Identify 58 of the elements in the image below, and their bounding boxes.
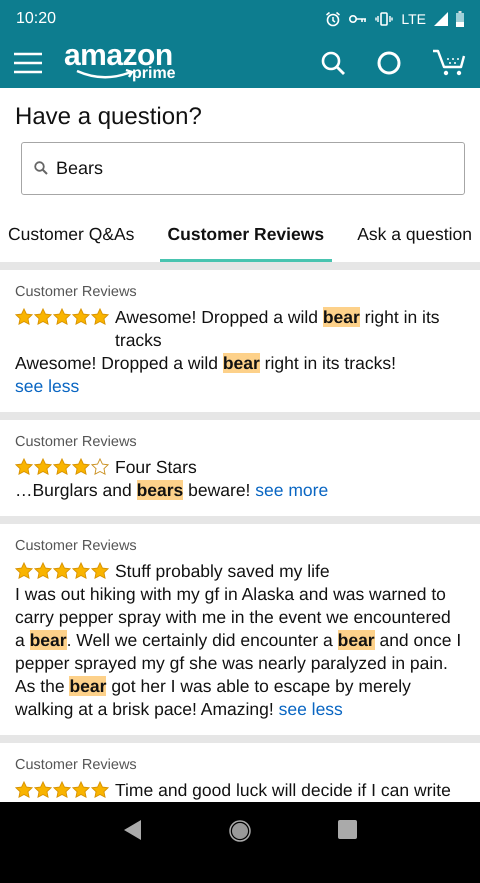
search-field[interactable]: Bears	[21, 142, 465, 195]
star-icon	[72, 458, 90, 476]
search-highlight: bears	[136, 480, 184, 500]
cart-icon[interactable]	[432, 49, 466, 77]
star-icon	[15, 562, 33, 580]
star-icon	[53, 458, 71, 476]
tab[interactable]: Ask a question	[349, 209, 480, 262]
star-icon	[72, 781, 90, 799]
search-icon[interactable]	[320, 50, 346, 76]
key-icon	[349, 14, 368, 24]
section-label: Customer Reviews	[15, 537, 138, 556]
expand-link[interactable]: see less	[278, 699, 343, 719]
star-icon	[15, 781, 33, 799]
review-text: Awesome! Dropped a wild bear right in its tracks! see less	[15, 352, 397, 398]
star-icon	[91, 781, 109, 799]
search-highlight: bear	[69, 676, 106, 696]
clock-time: 10:20	[16, 10, 56, 28]
star-icon	[53, 781, 71, 799]
signal-icon	[434, 12, 448, 26]
search-highlight: bear	[322, 307, 360, 327]
review-title: Stuff probably saved my life	[115, 560, 330, 583]
network-type: LTE	[401, 11, 426, 27]
section-label: Customer Reviews	[15, 433, 138, 452]
star-icon	[15, 458, 33, 476]
star-icon	[34, 458, 52, 476]
home-icon[interactable]	[228, 820, 250, 842]
recents-icon[interactable]	[338, 820, 356, 839]
star-icon	[53, 562, 71, 580]
star-icon	[34, 308, 52, 326]
page-heading: Have a question?	[15, 102, 203, 132]
search-highlight: bear	[222, 353, 260, 373]
expand-link[interactable]: see less	[15, 376, 80, 396]
review-title: Four Stars	[115, 456, 197, 479]
battery-icon	[456, 11, 464, 27]
star-icon	[53, 308, 71, 326]
star-icon	[15, 308, 33, 326]
star-icon	[91, 562, 109, 580]
star-icon	[72, 308, 90, 326]
review-text: I was out hiking with my gf in Alaska and was warned to carry pepper spray with me in the event we encountered a bear. Well we certainly did encounter a bear and once I pepper sprayed my gf she was nearly paralyzed in pain. As the bear got her I was able to escape by merely walking at a brisk pace! Amazing! see less	[15, 583, 462, 721]
alarm-icon	[325, 11, 342, 27]
review-text: …Burglars and bears beware! see more	[15, 479, 330, 502]
search-icon	[34, 161, 48, 175]
tab[interactable]: Customer Q&As	[0, 209, 142, 262]
menu-icon[interactable]	[14, 52, 42, 74]
back-icon[interactable]	[124, 820, 142, 840]
expand-link[interactable]: see more	[255, 480, 328, 500]
section-label: Customer Reviews	[15, 756, 138, 775]
star-icon	[34, 562, 52, 580]
vibrate-icon	[375, 12, 394, 26]
tab[interactable]: Customer Reviews	[160, 209, 332, 262]
voice-assistant-icon[interactable]	[376, 50, 402, 76]
search-highlight: bear	[30, 630, 67, 650]
section-label: Customer Reviews	[15, 283, 138, 302]
star-icon	[34, 781, 52, 799]
search-highlight: bear	[338, 630, 375, 650]
star-icon	[91, 308, 109, 326]
star-icon	[72, 562, 90, 580]
review-title: Time and good luck will decide if I can write	[115, 779, 451, 802]
